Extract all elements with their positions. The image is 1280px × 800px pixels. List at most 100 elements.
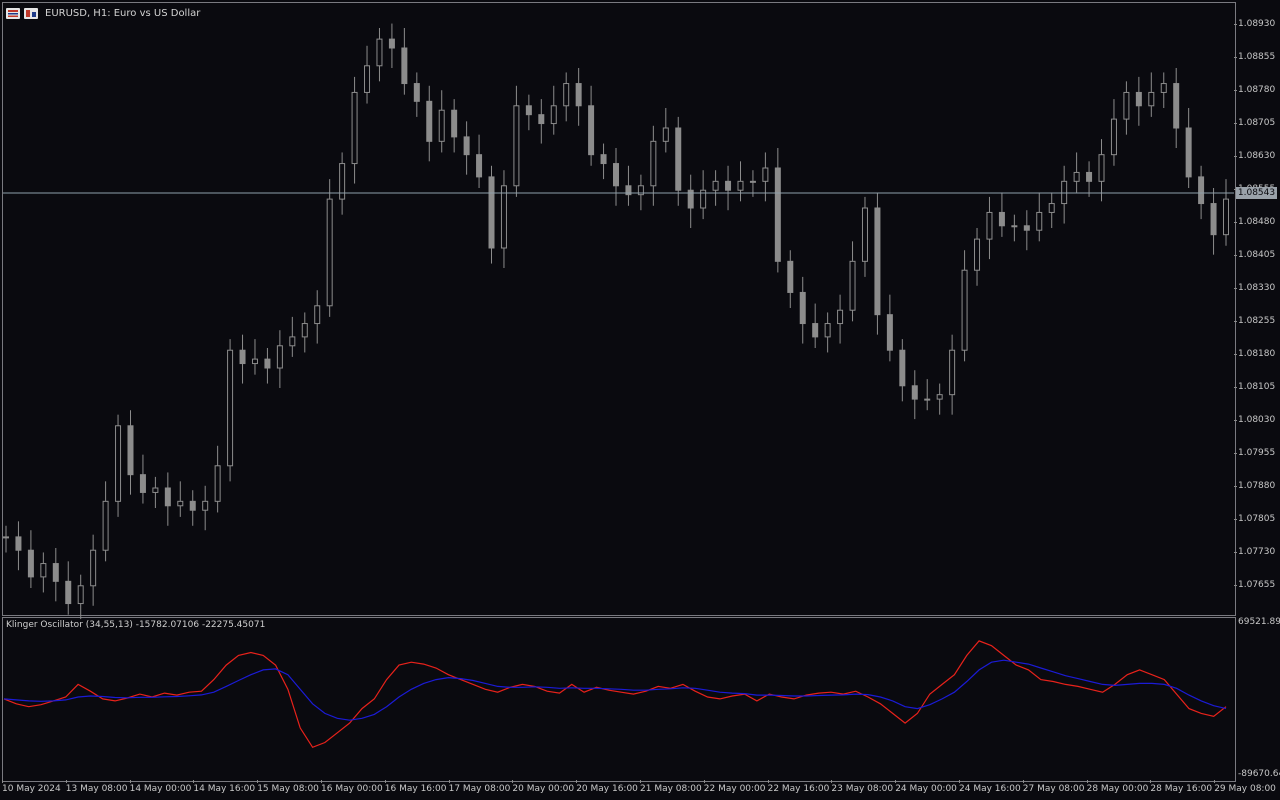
candle-body [152,487,159,493]
time-axis-tick [640,780,641,783]
candle-body [339,163,346,200]
candle-body [774,167,781,262]
candle-body [1011,225,1018,228]
time-axis-tick [1086,780,1088,783]
candle-body [1098,154,1105,182]
time-axis-tick [895,780,897,783]
candle-body [401,47,408,85]
candle-body [15,536,22,551]
price-axis-label: 1.07655 [1238,580,1276,590]
candle-body [202,500,209,511]
candle-body [861,207,868,262]
candle-body [102,500,109,551]
candle-body [675,127,682,191]
price-axis-tick [1234,255,1237,256]
candle-body [799,291,806,325]
candle-body [127,425,134,476]
price-axis-tick [1234,519,1237,520]
candle-body [650,140,657,187]
price-axis-label: 1.07805 [1238,514,1276,524]
time-axis-tick [703,780,705,783]
candle-body [139,474,146,493]
time-axis-label: 23 May 08:00 [831,784,894,794]
klinger-line [3,640,1227,749]
candle-body [1061,180,1068,205]
time-axis-label: 10 May 2024 [2,784,61,794]
price-axis-tick [1234,57,1237,58]
time-axis-label: 20 May 16:00 [576,784,638,794]
candle-body [27,549,34,578]
candle-body [849,260,856,311]
candle-body [1123,91,1130,120]
candle-body [563,83,570,107]
candle-body [488,176,495,249]
candle-body [1023,225,1030,231]
price-axis-label: 1.08405 [1238,250,1276,260]
time-axis-label: 16 May 16:00 [384,784,447,794]
candle-body [276,345,283,369]
trading-terminal-chart-window: EURUSD, H1: Euro vs US Dollar 1.08930 1.0… [0,0,1280,800]
symbol-menu-icon[interactable] [6,7,20,19]
price-axis-label: 1.08705 [1238,118,1276,128]
candle-body [824,323,831,338]
candle-body [289,336,296,347]
candle-body [886,314,893,351]
candle-body [77,585,84,605]
price-axis-tick [1234,453,1237,454]
candle-body [662,127,669,142]
price-axis-tick [1234,156,1237,157]
time-axis-tick [959,780,960,783]
time-axis-label: 15 May 08:00 [257,784,319,794]
price-axis-tick [1234,354,1237,355]
price-axis-tick [1234,123,1237,124]
time-axis-tick [448,780,450,783]
trade-panel-icon[interactable] [24,7,38,19]
candle-body [326,198,333,307]
price-axis-tick [1234,222,1237,223]
candle-body [737,180,744,191]
candle-body [239,349,246,365]
candle-body [712,180,719,191]
candle-body [364,65,371,93]
candle-body [227,349,234,467]
candle-body [924,398,931,401]
candle-body [613,163,619,187]
time-axis-label: 17 May 08:00 [448,784,511,794]
candle-body [351,91,358,165]
candle-body [961,269,968,351]
candle-body [264,358,271,369]
time-axis-tick [576,780,578,783]
price-axis-label: 1.07730 [1238,547,1276,557]
time-axis-tick [1150,780,1152,783]
time-axis-tick [1214,780,1216,783]
candle-body [986,211,993,240]
time-axis-label: 28 May 16:00 [1150,784,1213,794]
price-axis-label: 1.08105 [1238,382,1276,392]
candle-body [438,109,445,142]
candle-body [538,114,545,125]
price-axis-label: 1.08480 [1238,217,1276,227]
time-axis-tick [1022,780,1024,783]
candle-body [874,207,881,316]
candle-body [164,487,171,507]
price-axis-tick [1234,321,1237,322]
candle-body [998,211,1005,227]
price-axis-tick [1234,486,1237,487]
candle-body [40,563,47,578]
candle-body [214,465,221,502]
candle-body [500,185,507,249]
candle-body [812,323,819,338]
price-axis-tick [1234,420,1237,421]
candle-body [463,136,470,156]
klinger-signal-line [3,659,1227,721]
candle-body [1210,203,1217,236]
time-axis-label: 21 May 08:00 [640,784,702,794]
candle-body [1135,91,1142,107]
price-axis-tick [1234,387,1237,388]
time-axis-label: 22 May 16:00 [767,784,830,794]
candle-body [1148,91,1155,107]
candle-body [762,167,769,182]
candle-body [189,500,196,511]
time-axis-label: 14 May 16:00 [193,784,256,794]
time-axis-tick [65,780,67,783]
